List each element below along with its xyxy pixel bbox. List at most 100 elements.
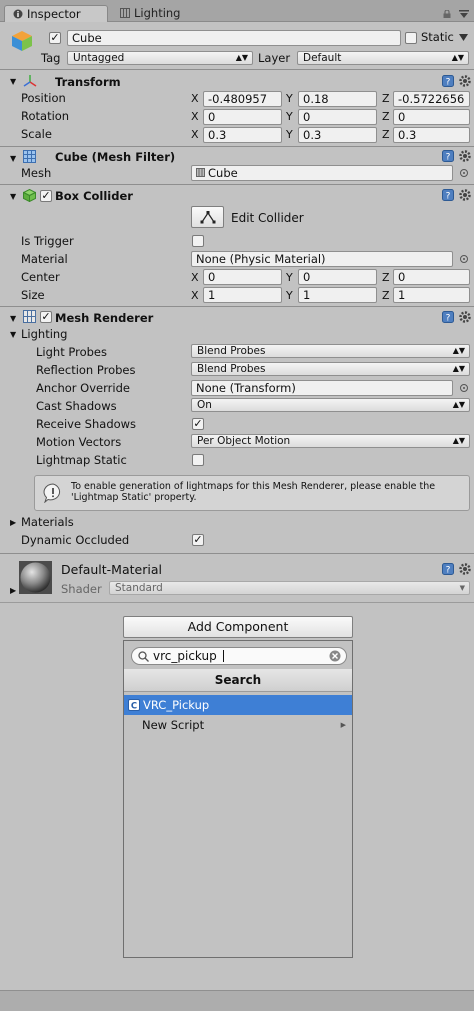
center-y-field[interactable]: 0 [298, 269, 377, 285]
position-x-field[interactable]: -0.480957 [203, 91, 282, 107]
transform-title[interactable]: Transform [55, 75, 121, 89]
edit-collider-button[interactable] [191, 206, 224, 228]
scale-x-field[interactable]: 0.3 [203, 127, 282, 143]
dynamic-occluded-checkbox[interactable]: ✓ [192, 534, 204, 546]
object-picker-icon[interactable] [460, 255, 468, 263]
receive-shadows-checkbox[interactable]: ✓ [192, 418, 204, 430]
cast-shadows-dropdown[interactable]: On ▲▼ [191, 398, 470, 412]
divider [0, 553, 474, 554]
axis-x-label[interactable]: X [191, 271, 199, 284]
edit-collider-label: Edit Collider [231, 211, 304, 225]
object-picker-icon[interactable] [460, 169, 468, 177]
layer-dropdown[interactable]: Default ▲▼ [297, 51, 469, 65]
add-component-popup: vrc_pickup Search C VRC_Pickup New Scrip… [123, 640, 353, 958]
clear-search-icon[interactable] [329, 650, 341, 662]
gear-icon[interactable] [458, 310, 472, 324]
lock-icon[interactable] [443, 10, 451, 18]
edit-collider-icon [200, 211, 216, 224]
axis-y-label[interactable]: Y [286, 128, 293, 141]
lighting-foldout-icon[interactable]: ▼ [10, 330, 16, 339]
box-collider-title[interactable]: Box Collider [55, 189, 133, 203]
box-collider-enabled-checkbox[interactable]: ✓ [40, 190, 52, 202]
axis-z-label[interactable]: Z [382, 271, 390, 284]
help-icon[interactable]: ? [442, 311, 454, 323]
axis-x-label[interactable]: X [191, 92, 199, 105]
tag-dropdown[interactable]: Untagged ▲▼ [67, 51, 253, 65]
size-x-field[interactable]: 1 [203, 287, 282, 303]
foldout-arrow-icon[interactable]: ▼ [10, 192, 16, 201]
axis-x-label[interactable]: X [191, 110, 199, 123]
axis-y-label[interactable]: Y [286, 92, 293, 105]
rotation-y-field[interactable]: 0 [298, 109, 377, 125]
materials-label[interactable]: Materials [21, 515, 74, 529]
axis-z-label[interactable]: Z [382, 92, 390, 105]
help-icon[interactable]: ? [442, 150, 454, 162]
info-box: To enable generation of lightmaps for th… [34, 475, 470, 511]
light-probes-value: Blend Probes [197, 345, 266, 357]
tag-label: Tag [41, 51, 61, 65]
rotation-z-field[interactable]: 0 [393, 109, 470, 125]
anchor-override-field[interactable]: None (Transform) [191, 380, 453, 396]
mesh-value: Cube [208, 166, 238, 180]
help-icon[interactable]: ? [442, 189, 454, 201]
axis-y-label[interactable]: Y [286, 271, 293, 284]
dropdown-arrow-icon: ▲▼ [452, 436, 465, 445]
mesh-renderer-title[interactable]: Mesh Renderer [55, 311, 153, 325]
result-item-vrc-pickup[interactable]: C VRC_Pickup [124, 695, 352, 715]
rotation-x-field[interactable]: 0 [203, 109, 282, 125]
material-object-field[interactable]: None (Physic Material) [191, 251, 453, 267]
active-checkbox[interactable]: ✓ [49, 32, 61, 44]
mesh-renderer-enabled-checkbox[interactable]: ✓ [40, 311, 52, 323]
reflection-probes-dropdown[interactable]: Blend Probes ▲▼ [191, 362, 470, 376]
tab-menu-icon[interactable] [459, 9, 469, 19]
size-z-field[interactable]: 1 [393, 287, 470, 303]
axis-z-label[interactable]: Z [382, 289, 390, 302]
shader-dropdown[interactable]: Standard ▼ [109, 581, 470, 595]
gear-icon[interactable] [458, 149, 472, 163]
lighting-section-label[interactable]: Lighting [21, 327, 67, 341]
lightmap-static-checkbox[interactable] [192, 454, 204, 466]
mesh-object-field[interactable]: Cube [191, 165, 453, 181]
tab-lighting[interactable]: Lighting [112, 5, 212, 22]
center-x-field[interactable]: 0 [203, 269, 282, 285]
gear-icon[interactable] [458, 562, 472, 576]
position-y-field[interactable]: 0.18 [298, 91, 377, 107]
foldout-arrow-icon[interactable]: ▼ [10, 77, 16, 86]
axis-x-label[interactable]: X [191, 128, 199, 141]
axis-z-label[interactable]: Z [382, 110, 390, 123]
dropdown-arrow-icon: ▼ [459, 584, 465, 592]
static-checkbox[interactable] [405, 32, 417, 44]
gear-icon[interactable] [458, 188, 472, 202]
gear-icon[interactable] [458, 74, 472, 88]
static-dropdown-icon[interactable] [459, 34, 468, 41]
position-z-field[interactable]: -0.5722656 [393, 91, 470, 107]
tab-inspector[interactable]: Inspector [4, 5, 108, 22]
object-name-field[interactable]: Cube [67, 30, 401, 46]
mesh-filter-title[interactable]: Cube (Mesh Filter) [55, 150, 175, 164]
scale-z-field[interactable]: 0.3 [393, 127, 470, 143]
materials-foldout-icon[interactable]: ▶ [10, 518, 16, 527]
axis-z-label[interactable]: Z [382, 128, 390, 141]
info-text: To enable generation of lightmaps for th… [71, 481, 436, 503]
add-component-button[interactable]: Add Component [123, 616, 353, 638]
center-z-field[interactable]: 0 [393, 269, 470, 285]
object-picker-icon[interactable] [460, 384, 468, 392]
help-icon[interactable]: ? [442, 75, 454, 87]
foldout-arrow-icon[interactable]: ▼ [10, 154, 16, 163]
axis-x-label[interactable]: X [191, 289, 199, 302]
material-foldout-icon[interactable]: ▶ [10, 586, 16, 595]
light-probes-dropdown[interactable]: Blend Probes ▲▼ [191, 344, 470, 358]
result-item-new-script[interactable]: New Script ▶ [124, 715, 352, 735]
help-icon[interactable]: ? [442, 563, 454, 575]
component-search-input[interactable]: vrc_pickup [131, 647, 347, 665]
motion-vectors-dropdown[interactable]: Per Object Motion ▲▼ [191, 434, 470, 448]
axis-y-label[interactable]: Y [286, 110, 293, 123]
foldout-arrow-icon[interactable]: ▼ [10, 314, 16, 323]
divider [0, 146, 474, 147]
axis-y-label[interactable]: Y [286, 289, 293, 302]
size-y-field[interactable]: 1 [298, 287, 377, 303]
size-label: Size [21, 288, 45, 302]
scale-y-field[interactable]: 0.3 [298, 127, 377, 143]
is-trigger-checkbox[interactable] [192, 235, 204, 247]
center-label: Center [21, 270, 60, 284]
